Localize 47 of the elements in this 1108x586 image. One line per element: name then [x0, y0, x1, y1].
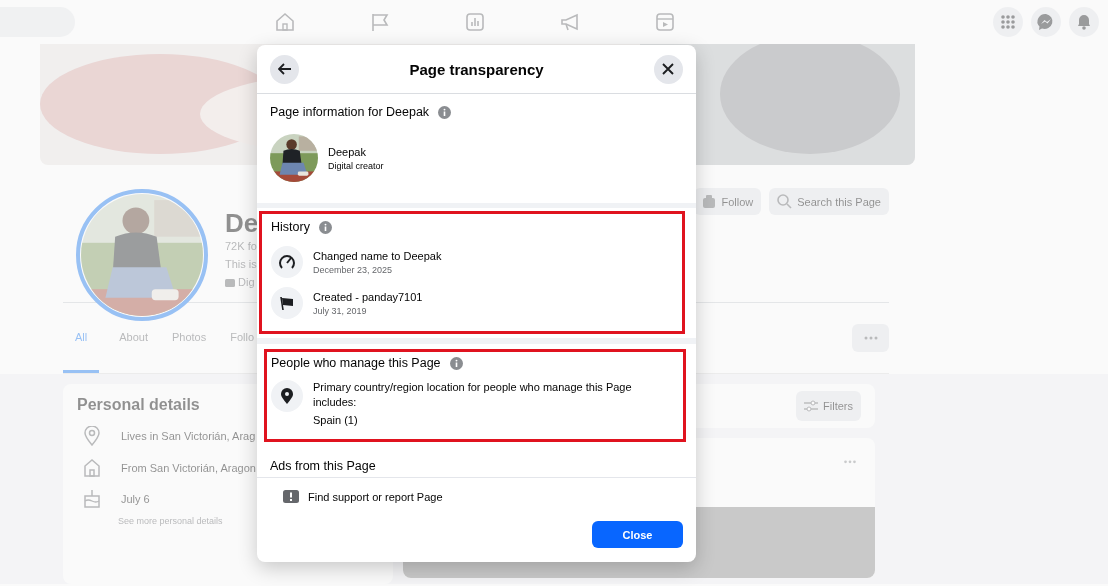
location-pin-icon — [281, 388, 293, 404]
more-icon[interactable] — [843, 460, 857, 464]
chart-icon[interactable] — [464, 11, 486, 33]
grid-menu-icon[interactable] — [993, 7, 1023, 37]
report-link[interactable]: Find support or report Page — [283, 490, 443, 503]
more-icon — [863, 336, 878, 340]
category-icon — [225, 277, 235, 287]
profile-tab[interactable]: Photos — [168, 303, 211, 373]
cake-icon — [83, 489, 101, 508]
follower-count: 72K fo — [225, 239, 258, 254]
house-icon — [83, 458, 101, 477]
flag-icon — [279, 295, 295, 311]
close-button[interactable]: Close — [592, 521, 683, 548]
info-icon[interactable] — [318, 220, 332, 234]
profile-tab[interactable]: About — [115, 303, 152, 373]
alert-icon — [283, 490, 299, 503]
detail-text: Lives in San Victorián, Arag — [121, 430, 256, 442]
history-event: Changed name to Deepak — [313, 249, 442, 262]
notifications-icon[interactable] — [1069, 7, 1099, 37]
detail-text: July 6 — [121, 492, 150, 505]
home-icon[interactable] — [274, 11, 296, 33]
location-pin-icon — [83, 426, 101, 446]
messenger-icon[interactable] — [1031, 7, 1061, 37]
flag-icon[interactable] — [369, 11, 391, 33]
card-title: Personal details — [77, 396, 200, 414]
section-heading: Ads from this Page — [270, 459, 376, 473]
follow-icon — [702, 194, 717, 209]
video-icon[interactable] — [654, 11, 676, 33]
managers-location-text: Primary country/region location for people who manage this Page includes: — [313, 380, 633, 410]
history-event: Created - panday7101 — [313, 290, 423, 303]
megaphone-icon[interactable] — [559, 11, 581, 33]
category-text: Dig — [238, 275, 255, 290]
history-date: July 31, 2019 — [313, 305, 368, 316]
country-text: Spain (1) — [313, 413, 359, 428]
history-date: December 23, 2025 — [313, 264, 394, 275]
profile-tab[interactable]: All — [63, 303, 100, 373]
sliders-icon — [804, 400, 819, 412]
section-heading: People who manage this Page — [271, 356, 441, 370]
detail-text: From San Victorián, Aragon — [121, 461, 256, 474]
profile-tab[interactable]: Follo — [226, 303, 259, 373]
filters-button[interactable]: Filters — [796, 391, 861, 421]
page-name: De — [225, 209, 259, 237]
section-heading: History — [271, 220, 310, 234]
search-page-button[interactable]: Search this Page — [769, 188, 889, 215]
follow-button[interactable]: Follow — [694, 188, 762, 215]
search-icon — [777, 194, 793, 209]
info-icon[interactable] — [449, 356, 463, 370]
